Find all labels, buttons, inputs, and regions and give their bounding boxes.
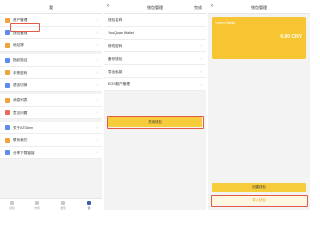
share-icon <box>5 150 10 156</box>
chevron-right-icon: › <box>96 69 99 75</box>
chevron-right-icon: › <box>96 124 99 130</box>
done-button[interactable]: 完成 <box>194 5 202 11</box>
export-private-key-row[interactable]: 导出私钥 › <box>104 65 206 78</box>
chevron-right-icon: › <box>96 42 99 48</box>
row-label: 修改密码 <box>108 43 123 48</box>
tab-wallet[interactable]: 钱包 <box>2 200 22 210</box>
menu-item-label: 消息列表 <box>13 98 28 103</box>
menu-item-address-book[interactable]: 地址簿 › <box>0 39 102 52</box>
page-title: 钱包管理 <box>251 4 267 10</box>
profile-screen: 我 资产管理 › 钱包管理 › 地址簿 › 指纹验证 › 手势密码 › 语言切换… <box>0 0 102 210</box>
wallet-name-row[interactable]: 钱包名称 <box>104 14 206 27</box>
chevron-right-icon: › <box>96 29 99 35</box>
chevron-right-icon: › <box>96 109 99 115</box>
chevron-right-icon: › <box>200 55 203 61</box>
wallet-list-screen: ‹ 钱包管理 Yorizen Wallet 0.00 CNY 创建钱包 导入钱包 <box>208 0 310 210</box>
menu-item-label: 语言切换 <box>13 83 28 88</box>
gesture-icon <box>5 70 10 76</box>
import-wallet-button[interactable]: 导入钱包 <box>212 196 306 205</box>
chevron-right-icon: › <box>96 97 99 103</box>
menu-item-label: 分享下载链接 <box>13 150 35 155</box>
wallet-tab-icon <box>9 200 15 205</box>
language-icon <box>5 82 10 88</box>
wallet-list-nav-bar: ‹ 钱包管理 <box>208 0 310 14</box>
change-password-row[interactable]: 修改密码 › <box>104 39 206 53</box>
wallet-card-name: Yorizen Wallet <box>215 21 236 25</box>
menu-item-label: 联系我们 <box>13 138 28 143</box>
chevron-right-icon: › <box>96 82 99 88</box>
tab-label: 市场 <box>34 206 40 210</box>
backup-wallet-row[interactable]: 备份钱包 › <box>104 52 206 66</box>
row-label: 备份钱包 <box>108 56 123 61</box>
menu-item-feedback[interactable]: 意见问题 › <box>0 106 102 119</box>
menu-item-about[interactable]: 关于ATOken › <box>0 121 102 134</box>
row-label: 钱包名称 <box>108 18 123 23</box>
row-label: YouQuan Wallet <box>108 31 134 36</box>
menu-item-messages[interactable]: 消息列表 › <box>0 94 102 107</box>
wallet-manage-screen: ‹ 钱包管理 完成 钱包名称 YouQuan Wallet 修改密码 › 备份钱… <box>104 0 206 210</box>
market-tab-icon <box>34 200 40 205</box>
wallet-manage-nav-bar: ‹ 钱包管理 完成 <box>104 0 206 14</box>
close-wallet-button[interactable]: 关闭钱包 <box>108 117 202 127</box>
menu-item-language[interactable]: 语言切换 › <box>0 79 102 92</box>
chevron-right-icon: › <box>96 149 99 155</box>
discover-tab-icon <box>60 200 66 205</box>
tab-label: 发现 <box>60 206 66 210</box>
row-label: EOS账户管理 <box>108 82 130 87</box>
wallet-name-value-row[interactable]: YouQuan Wallet <box>104 26 206 40</box>
profile-nav-bar: 我 <box>0 0 102 14</box>
profile-tab-icon <box>86 200 92 205</box>
menu-item-label: 意见问题 <box>13 110 28 115</box>
tab-me[interactable]: 我 <box>79 200 99 210</box>
wallet-card-balance: 0.00 CNY <box>280 34 302 40</box>
row-label: 导出私钥 <box>108 69 123 74</box>
chevron-right-icon: › <box>96 17 99 23</box>
menu-item-label: 手势密码 <box>13 70 28 75</box>
highlight-box <box>10 22 40 32</box>
tab-label: 我 <box>87 206 91 210</box>
tab-label: 钱包 <box>9 206 15 210</box>
create-wallet-button[interactable]: 创建钱包 <box>212 183 306 192</box>
chevron-right-icon: › <box>96 137 99 143</box>
chevron-right-icon: › <box>200 43 203 49</box>
tab-market[interactable]: 市场 <box>27 200 47 210</box>
menu-item-gesture[interactable]: 手势密码 › <box>0 66 102 79</box>
contact-icon <box>5 137 10 143</box>
asset-icon <box>5 17 10 23</box>
menu-item-fingerprint[interactable]: 指纹验证 › <box>0 54 102 67</box>
eos-account-row[interactable]: EOS账户管理 › <box>104 77 206 91</box>
feedback-icon <box>5 110 10 116</box>
menu-item-label: 指纹验证 <box>13 58 28 63</box>
chevron-right-icon: › <box>200 81 203 87</box>
menu-item-label: 地址簿 <box>13 43 24 48</box>
message-icon <box>5 97 10 103</box>
address-book-icon <box>5 42 10 48</box>
menu-item-label: 关于ATOken <box>13 125 34 130</box>
page-title: 钱包管理 <box>147 4 163 10</box>
wallet-settings-list: 钱包名称 YouQuan Wallet 修改密码 › 备份钱包 › 导出私钥 ›… <box>104 14 206 91</box>
chevron-right-icon: › <box>200 68 203 74</box>
menu-item-share[interactable]: 分享下载链接 › <box>0 146 102 159</box>
profile-menu-list: 资产管理 › 钱包管理 › 地址簿 › 指纹验证 › 手势密码 › 语言切换 › <box>0 14 102 159</box>
chevron-right-icon: › <box>96 57 99 63</box>
fingerprint-icon <box>5 57 10 63</box>
tab-discover[interactable]: 发现 <box>53 200 73 210</box>
page-title: 我 <box>49 4 53 10</box>
about-icon <box>5 125 10 131</box>
wallet-card[interactable]: Yorizen Wallet 0.00 CNY <box>212 17 306 59</box>
bottom-tab-bar: 钱包 市场 发现 我 <box>0 198 102 210</box>
menu-item-contact[interactable]: 联系我们 › <box>0 134 102 147</box>
